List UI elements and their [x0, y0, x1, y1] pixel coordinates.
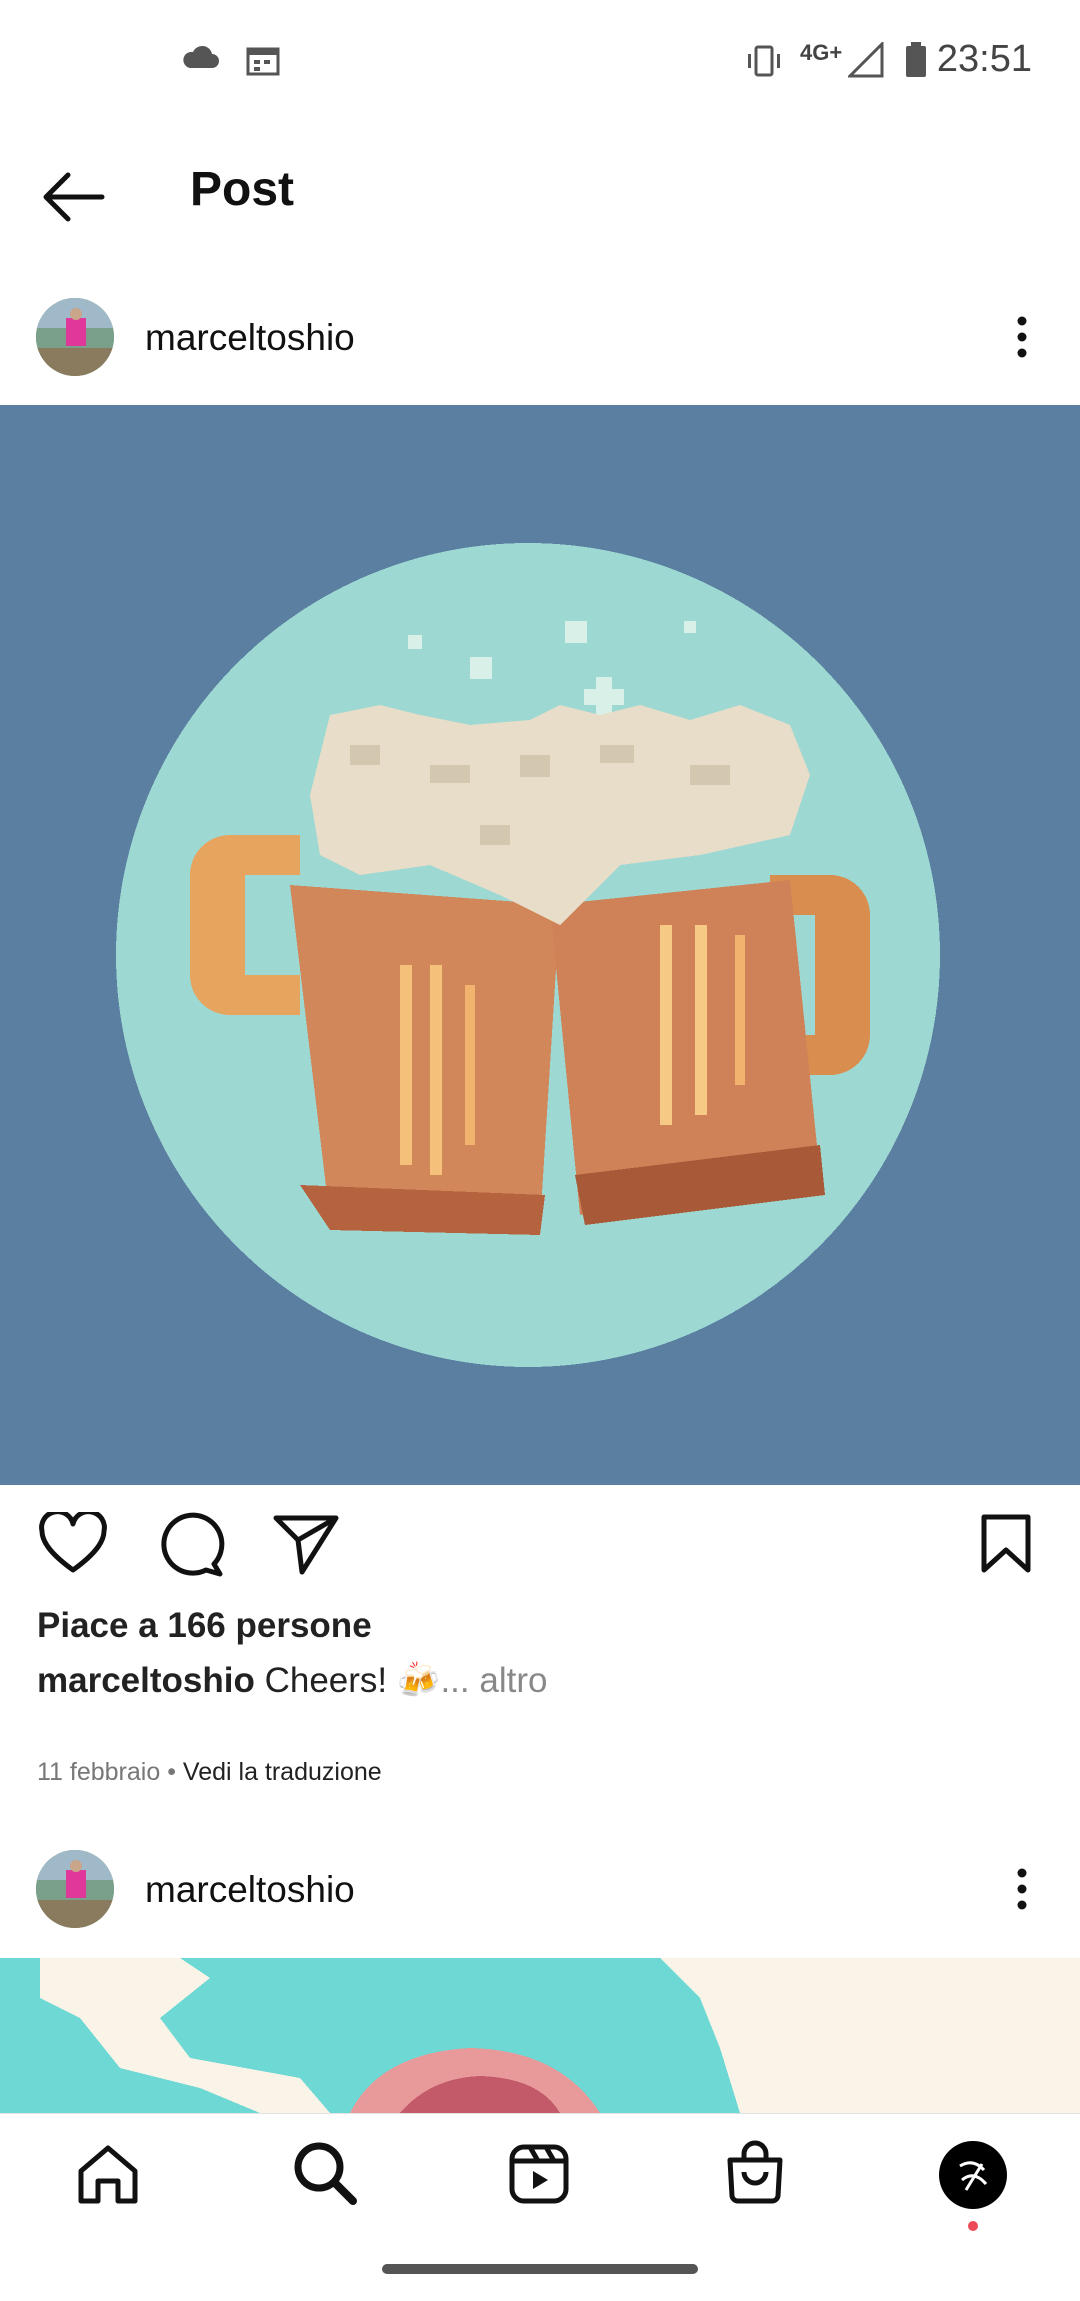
shop-icon[interactable]: [724, 2140, 786, 2204]
translate-link[interactable]: Vedi la traduzione: [183, 1758, 382, 1786]
avatar[interactable]: [36, 298, 114, 376]
status-time: 23:51: [936, 38, 1032, 80]
arrow-left-icon[interactable]: [40, 170, 106, 224]
profile-avatar[interactable]: [938, 2140, 1008, 2210]
network-type: 4G+: [800, 40, 843, 65]
post-image[interactable]: [0, 405, 1080, 1485]
post-meta: 11 febbraio • Vedi la traduzione: [37, 1758, 382, 1787]
search-icon[interactable]: [292, 2140, 358, 2206]
avatar[interactable]: [36, 1850, 114, 1928]
post-date: 11 febbraio: [37, 1758, 161, 1786]
post-username[interactable]: marceltoshio: [145, 317, 355, 359]
post-caption: marceltoshio Cheers! 🍻... altro: [37, 1660, 547, 1701]
calendar-icon: [246, 46, 280, 76]
home-icon[interactable]: [76, 2143, 140, 2205]
reels-icon[interactable]: [508, 2143, 570, 2205]
caption-text: Cheers! 🍻: [264, 1661, 441, 1700]
status-bar: 4G+ 23:51: [0, 0, 1080, 120]
caption-username[interactable]: marceltoshio: [37, 1661, 255, 1700]
bookmark-icon[interactable]: [976, 1512, 1036, 1576]
vibrate-icon: [744, 44, 784, 78]
cloud-icon: [180, 44, 220, 70]
signal-icon: [848, 42, 884, 78]
home-indicator[interactable]: [382, 2264, 698, 2274]
top-app-bar: [0, 120, 1080, 270]
likes-count[interactable]: Piace a 166 persone: [37, 1606, 372, 1646]
comment-icon[interactable]: [158, 1512, 226, 1578]
more-options-icon[interactable]: [1002, 307, 1042, 367]
heart-icon[interactable]: [38, 1512, 108, 1576]
send-icon[interactable]: [272, 1512, 340, 1576]
post-username[interactable]: marceltoshio: [145, 1869, 355, 1911]
caption-more-link[interactable]: ... altro: [440, 1661, 547, 1700]
notification-dot: [968, 2221, 978, 2231]
more-options-icon[interactable]: [1002, 1859, 1042, 1919]
meta-separator: •: [160, 1758, 183, 1786]
page-title: Post: [190, 163, 295, 216]
post-image[interactable]: [0, 1958, 1080, 2113]
battery-icon: [904, 42, 928, 78]
